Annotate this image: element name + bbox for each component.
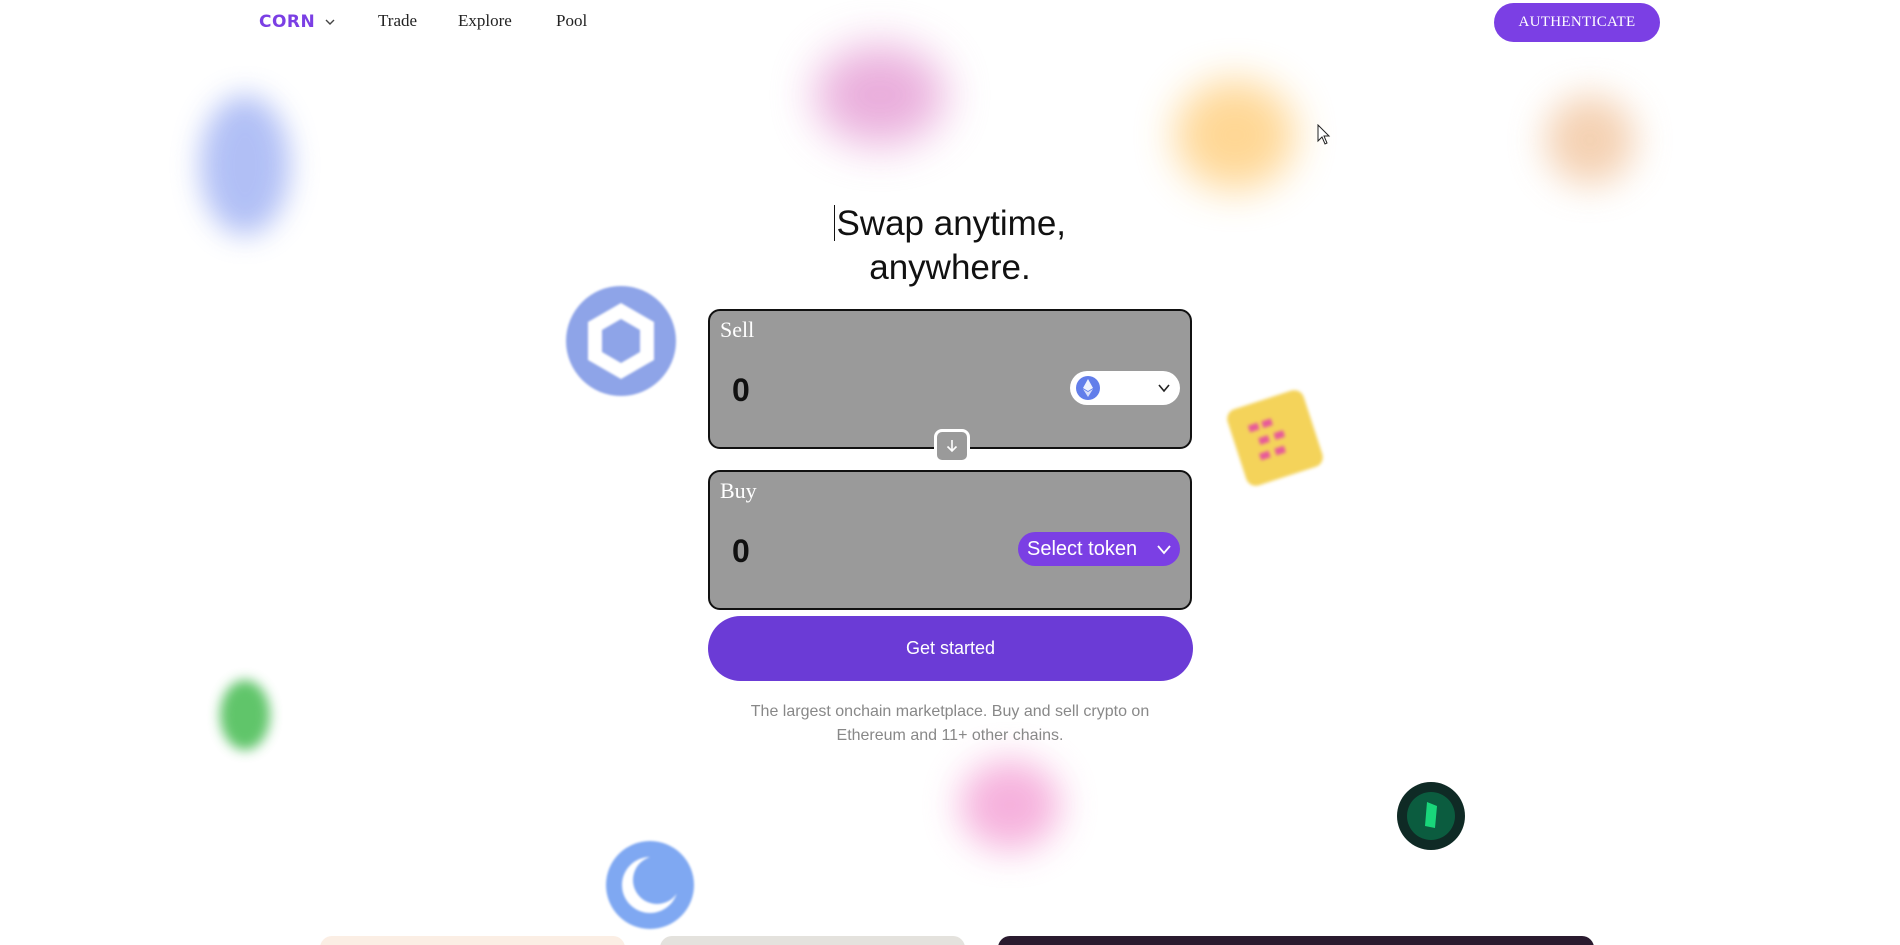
headline-line-1: Swap anytime,	[836, 204, 1067, 243]
ethereum-icon	[1076, 376, 1100, 400]
blob-green-left	[220, 680, 270, 750]
tagline: The largest onchain marketplace. Buy and…	[750, 703, 1150, 744]
arrow-down-icon	[946, 440, 958, 453]
blue-crescent-coin-icon	[606, 841, 694, 929]
blob-orange-top	[1175, 80, 1295, 190]
chevron-down-icon	[1157, 545, 1171, 555]
nav-link-explore[interactable]: Explore	[458, 11, 512, 31]
blob-rainbow-right	[1545, 95, 1635, 185]
headline-line-2: anywhere.	[869, 248, 1031, 287]
switch-tokens-button[interactable]	[934, 429, 970, 463]
page-title: Swap anytime, anywhere.	[700, 202, 1200, 290]
feature-card-3[interactable]	[998, 936, 1594, 945]
blob-pink-top	[815, 45, 945, 145]
authenticate-button[interactable]: AUTHENTICATE	[1494, 3, 1660, 42]
feature-card-1[interactable]	[320, 936, 625, 945]
top-nav: CORN Trade Explore Pool AUTHENTICATE	[0, 0, 1900, 44]
swap-landing-page: CORN Trade Explore Pool AUTHENTICATE Swa…	[0, 0, 1900, 945]
mouse-cursor-icon	[1317, 124, 1331, 145]
sell-label: Sell	[720, 317, 755, 342]
sell-amount-input[interactable]	[730, 369, 1034, 411]
chevron-down-icon	[1158, 384, 1170, 393]
buy-label: Buy	[720, 478, 757, 503]
select-token-label: Select token	[1027, 538, 1138, 560]
buy-card: Buy Select token	[708, 470, 1192, 610]
green-dark-coin-icon	[1397, 782, 1465, 850]
blob-pink-bottom	[960, 760, 1060, 850]
select-token-button[interactable]: Select token	[1018, 532, 1180, 566]
nav-link-pool[interactable]: Pool	[556, 11, 587, 31]
brand-name: CORN	[259, 12, 316, 32]
sell-token-selector[interactable]	[1070, 371, 1180, 405]
blob-blue-left	[200, 95, 290, 235]
hexagon-coin-icon	[566, 286, 676, 396]
feature-card-2[interactable]	[660, 936, 965, 945]
get-started-button[interactable]: Get started	[708, 616, 1193, 681]
sell-card: Sell	[708, 309, 1192, 449]
buy-amount-input[interactable]	[730, 530, 1034, 572]
yellow-token-tile-icon	[1227, 390, 1323, 486]
chevron-down-icon	[325, 19, 335, 25]
brand-menu[interactable]: CORN	[259, 12, 337, 32]
nav-link-trade[interactable]: Trade	[378, 11, 417, 31]
